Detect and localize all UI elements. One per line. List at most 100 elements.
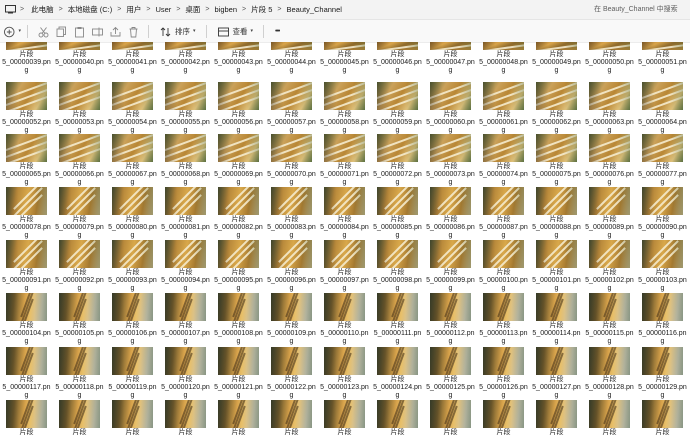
file-item[interactable]: 片段 5_00000041.pn g [106,42,159,75]
monitor-icon[interactable] [0,0,20,19]
chevron-right-icon[interactable]: > [205,6,209,13]
file-item[interactable]: 片段 5_00000070.pn g [265,134,318,187]
file-item[interactable]: 片段 5_00000083.pn g [265,187,318,240]
file-item[interactable]: 片段 [424,400,477,437]
file-item[interactable]: 片段 5_00000084.pn g [318,187,371,240]
file-item[interactable]: 片段 5_00000125.pn g [424,347,477,400]
file-item[interactable]: 片段 5_00000056.pn g [212,82,265,135]
rename-button[interactable] [88,22,106,40]
file-item[interactable]: 片段 5_00000117.pn g [0,347,53,400]
file-item[interactable]: 片段 5_00000087.pn g [477,187,530,240]
file-item[interactable]: 片段 5_00000112.pn g [424,293,477,346]
file-item[interactable]: 片段 5_00000053.pn g [53,82,106,135]
file-item[interactable]: 片段 5_00000107.pn g [159,293,212,346]
chevron-right-icon[interactable]: > [176,6,180,13]
file-item[interactable]: 片段 5_00000127.pn g [530,347,583,400]
breadcrumb-item[interactable]: 此电脑 [30,4,55,15]
file-item[interactable]: 片段 5_00000124.pn g [371,347,424,400]
file-item[interactable]: 片段 [583,400,636,437]
file-item[interactable]: 片段 5_00000094.pn g [159,240,212,293]
file-item[interactable]: 片段 5_00000113.pn g [477,293,530,346]
file-item[interactable]: 片段 5_00000075.pn g [530,134,583,187]
file-item[interactable]: 片段 5_00000079.pn g [53,187,106,240]
file-item[interactable]: 片段 5_00000059.pn g [371,82,424,135]
search-input[interactable]: 在 Beauty_Channel 中搜索 [590,1,690,17]
file-item[interactable]: 片段 5_00000054.pn g [106,82,159,135]
file-item[interactable]: 片段 [0,400,53,437]
file-item[interactable]: 片段 [318,400,371,437]
paste-button[interactable] [70,22,88,40]
file-item[interactable]: 片段 5_00000043.pn g [212,42,265,75]
view-button[interactable]: 查看 ▾ [213,22,258,40]
file-item[interactable]: 片段 5_00000067.pn g [106,134,159,187]
cut-button[interactable] [34,22,52,40]
file-item[interactable]: 片段 5_00000098.pn g [371,240,424,293]
file-item[interactable]: 片段 5_00000062.pn g [530,82,583,135]
breadcrumb-item[interactable]: User [154,5,172,14]
file-item[interactable]: 片段 5_00000121.pn g [212,347,265,400]
file-item[interactable]: 片段 [371,400,424,437]
breadcrumb-item[interactable]: 片段 5 [250,4,273,15]
breadcrumb-item[interactable]: bigben [214,5,239,14]
file-item[interactable]: 片段 5_00000097.pn g [318,240,371,293]
file-item[interactable]: 片段 5_00000106.pn g [106,293,159,346]
file-item[interactable]: 片段 5_00000066.pn g [53,134,106,187]
file-item[interactable]: 片段 5_00000078.pn g [0,187,53,240]
share-button[interactable] [106,22,124,40]
file-item[interactable]: 片段 5_00000092.pn g [53,240,106,293]
chevron-right-icon[interactable]: > [117,6,121,13]
file-item[interactable]: 片段 5_00000109.pn g [265,293,318,346]
file-item[interactable]: 片段 5_00000073.pn g [424,134,477,187]
file-item[interactable]: 片段 5_00000099.pn g [424,240,477,293]
file-item[interactable]: 片段 5_00000102.pn g [583,240,636,293]
file-item[interactable]: 片段 5_00000123.pn g [318,347,371,400]
file-item[interactable]: 片段 5_00000120.pn g [159,347,212,400]
file-item[interactable]: 片段 5_00000128.pn g [583,347,636,400]
file-item[interactable]: 片段 5_00000048.pn g [477,42,530,75]
file-item[interactable]: 片段 5_00000080.pn g [106,187,159,240]
file-item[interactable]: 片段 5_00000096.pn g [265,240,318,293]
file-item[interactable]: 片段 5_00000058.pn g [318,82,371,135]
file-item[interactable]: 片段 5_00000089.pn g [583,187,636,240]
file-item[interactable]: 片段 5_00000044.pn g [265,42,318,75]
file-item[interactable]: 片段 5_00000114.pn g [530,293,583,346]
file-item[interactable]: 片段 5_00000077.pn g [636,134,689,187]
file-item[interactable]: 片段 5_00000122.pn g [265,347,318,400]
file-item[interactable]: 片段 [530,400,583,437]
file-item[interactable]: 片段 5_00000082.pn g [212,187,265,240]
file-item[interactable]: 片段 5_00000074.pn g [477,134,530,187]
breadcrumb-item[interactable]: Beauty_Channel [285,5,342,14]
chevron-right-icon[interactable]: > [242,6,246,13]
file-item[interactable]: 片段 5_00000086.pn g [424,187,477,240]
file-item[interactable]: 片段 5_00000039.pn g [0,42,53,75]
file-item[interactable]: 片段 [477,400,530,437]
file-item[interactable]: 片段 5_00000090.pn g [636,187,689,240]
file-item[interactable]: 片段 [265,400,318,437]
delete-button[interactable] [124,22,142,40]
file-item[interactable]: 片段 5_00000049.pn g [530,42,583,75]
chevron-right-icon[interactable]: > [146,6,150,13]
file-item[interactable]: 片段 [106,400,159,437]
more-options-button[interactable]: ••• [270,22,284,40]
file-item[interactable]: 片段 5_00000119.pn g [106,347,159,400]
new-item-button[interactable]: ▾ [3,22,21,40]
file-item[interactable]: 片段 5_00000040.pn g [53,42,106,75]
file-item[interactable]: 片段 5_00000051.pn g [636,42,689,75]
file-item[interactable]: 片段 5_00000108.pn g [212,293,265,346]
file-item[interactable]: 片段 5_00000104.pn g [0,293,53,346]
file-item[interactable]: 片段 5_00000071.pn g [318,134,371,187]
file-item[interactable]: 片段 5_00000042.pn g [159,42,212,75]
file-item[interactable]: 片段 5_00000116.pn g [636,293,689,346]
file-item[interactable]: 片段 5_00000050.pn g [583,42,636,75]
file-item[interactable]: 片段 5_00000047.pn g [424,42,477,75]
file-item[interactable]: 片段 5_00000081.pn g [159,187,212,240]
file-item[interactable]: 片段 5_00000068.pn g [159,134,212,187]
breadcrumb-item[interactable]: 桌面 [184,4,201,15]
file-item[interactable]: 片段 5_00000046.pn g [371,42,424,75]
file-item[interactable]: 片段 5_00000115.pn g [583,293,636,346]
file-item[interactable]: 片段 5_00000095.pn g [212,240,265,293]
file-item[interactable]: 片段 5_00000105.pn g [53,293,106,346]
chevron-right-icon[interactable]: > [20,6,24,13]
file-item[interactable]: 片段 5_00000055.pn g [159,82,212,135]
file-item[interactable]: 片段 5_00000061.pn g [477,82,530,135]
